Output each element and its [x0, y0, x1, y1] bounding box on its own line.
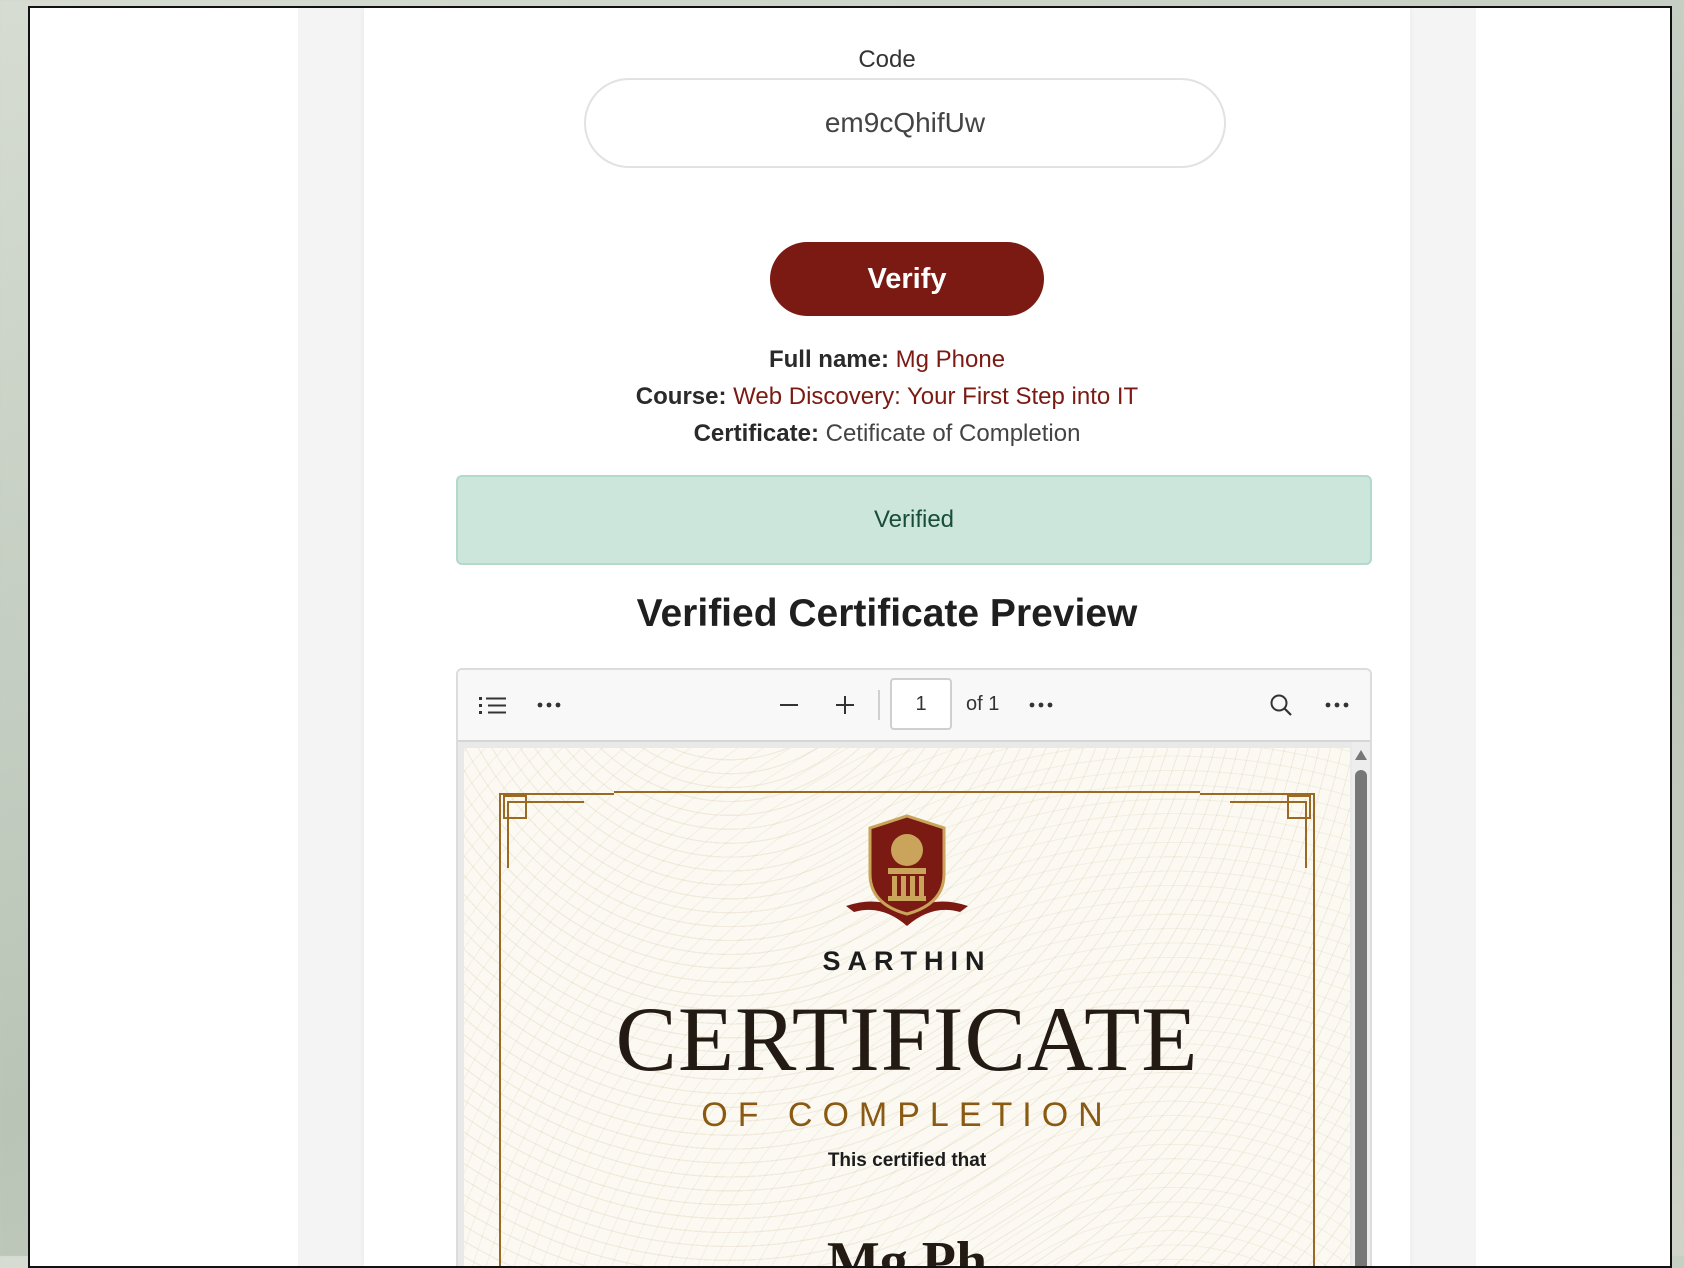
more-right-icon[interactable]	[1320, 688, 1354, 722]
preview-title: Verified Certificate Preview	[636, 592, 1138, 635]
full-name-row: Full name: Mg Phone	[364, 346, 1410, 374]
certificate-recipient: Mg Ph	[826, 1231, 988, 1268]
certificate-row: Certificate: Cetificate of Completion	[364, 420, 1410, 448]
zoom-in-icon[interactable]	[828, 688, 862, 722]
certificate-value: Cetificate of Completion	[825, 420, 1081, 447]
pdf-viewer[interactable]: of 1	[456, 668, 1372, 1268]
pdf-toolbar: of 1	[458, 670, 1370, 742]
page-total: of 1	[966, 693, 1000, 715]
verification-card: Code Verify Full name: Mg Phone Course: …	[364, 8, 1410, 1266]
certificate-subtitle: OF COMPLETION	[701, 1096, 1113, 1134]
certificate-page: SARTHIN CERTIFICATE OF COMPLETION This c…	[464, 748, 1350, 1268]
page-number-input[interactable]	[890, 678, 952, 730]
certificate-body-text: This certified that	[827, 1150, 987, 1171]
certificate-title: CERTIFICATE	[615, 988, 1199, 1090]
verified-alert: Verified	[456, 475, 1372, 565]
scroll-up-arrow-icon[interactable]	[1355, 750, 1367, 760]
course-value: Web Discovery: Your First Step into IT	[733, 383, 1139, 410]
browser-frame: Code Verify Full name: Mg Phone Course: …	[28, 6, 1672, 1268]
verify-button[interactable]: Verify	[770, 242, 1044, 316]
scroll-thumb[interactable]	[1355, 770, 1367, 1266]
course-row: Course: Web Discovery: Your First Step i…	[364, 383, 1410, 411]
full-name-value: Mg Phone	[895, 346, 1006, 373]
full-name-label: Full name:	[768, 346, 889, 373]
more-center-icon[interactable]	[1024, 688, 1058, 722]
outline-icon[interactable]	[476, 688, 510, 722]
more-left-icon[interactable]	[532, 688, 566, 722]
code-label: Code	[858, 46, 916, 73]
certificate-label: Certificate:	[693, 420, 819, 447]
page-gutter-left	[298, 8, 364, 1266]
certificate-brand: SARTHIN	[822, 946, 992, 976]
zoom-out-icon[interactable]	[772, 688, 806, 722]
toolbar-divider	[878, 690, 880, 720]
course-label: Course:	[635, 383, 727, 410]
search-icon[interactable]	[1264, 688, 1298, 722]
page-gutter-right	[1410, 8, 1476, 1266]
sarthin-logo-icon	[846, 814, 968, 926]
code-input[interactable]	[584, 78, 1226, 168]
